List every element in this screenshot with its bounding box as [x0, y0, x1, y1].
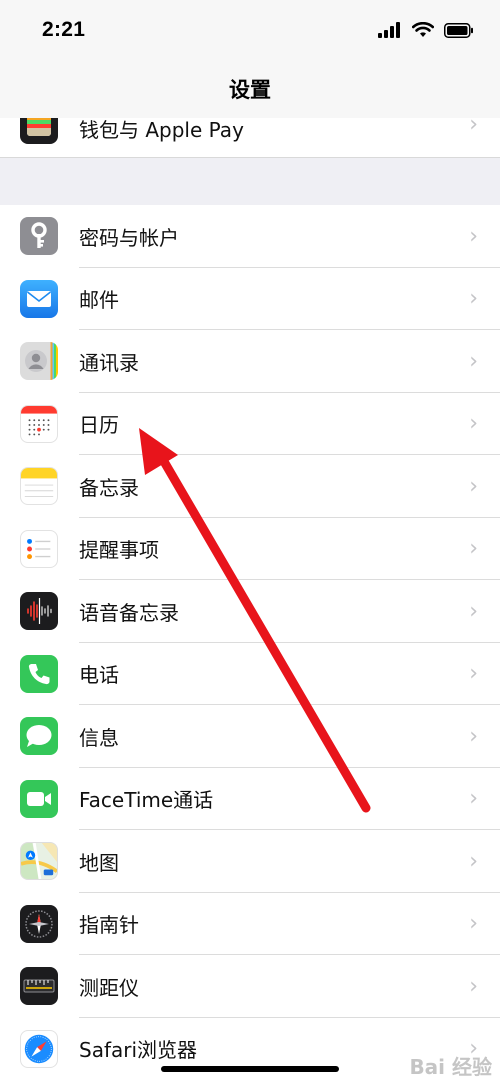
- settings-row-notes[interactable]: 备忘录 ›: [0, 455, 500, 518]
- settings-row-label: 语音备忘录: [79, 600, 179, 625]
- maps-icon: [20, 842, 58, 881]
- chevron-right-icon: ›: [469, 118, 478, 137]
- voice-memos-icon: [20, 592, 58, 631]
- facetime-icon: [20, 779, 58, 818]
- chevron-right-icon: ›: [469, 473, 478, 499]
- wallet-icon: [20, 118, 58, 144]
- settings-row-mail[interactable]: 邮件 ›: [0, 268, 500, 330]
- settings-row-label: 测距仪: [79, 975, 139, 1000]
- nav-bar: 设置: [0, 62, 500, 119]
- messages-icon: [20, 717, 58, 756]
- settings-row-label: Safari浏览器: [79, 1038, 198, 1063]
- contacts-icon: [20, 342, 58, 381]
- settings-row-label: 邮件: [79, 288, 119, 313]
- settings-row-calendar[interactable]: 日历 ›: [0, 393, 500, 455]
- wifi-icon: [412, 22, 434, 37]
- chevron-right-icon: ›: [469, 786, 478, 812]
- compass-icon: [20, 904, 58, 943]
- reminders-icon: [20, 529, 58, 568]
- battery-icon: [444, 22, 473, 38]
- settings-row-label: 提醒事项: [79, 538, 159, 563]
- settings-row-messages[interactable]: 信息 ›: [0, 705, 500, 768]
- settings-row-label: 信息: [79, 725, 119, 750]
- mail-icon: [20, 279, 58, 318]
- status-time: 2:21: [42, 18, 86, 41]
- notes-icon: [20, 467, 58, 506]
- settings-row-compass[interactable]: 指南针 ›: [0, 893, 500, 955]
- settings-row-label: 密码与帐户: [79, 225, 179, 250]
- settings-row-voice-memos[interactable]: 语音备忘录 ›: [0, 580, 500, 643]
- status-icons: [378, 22, 474, 38]
- settings-row-wallet[interactable]: 钱包与 Apple Pay ›: [0, 118, 500, 157]
- chevron-right-icon: ›: [469, 598, 478, 624]
- settings-row-label: 地图: [79, 850, 119, 875]
- safari-icon: [20, 1029, 58, 1068]
- status-bar: 2:21: [0, 0, 500, 62]
- settings-row-reminders[interactable]: 提醒事项 ›: [0, 518, 500, 580]
- chevron-right-icon: ›: [469, 723, 478, 749]
- chevron-right-icon: ›: [469, 286, 478, 312]
- chevron-right-icon: ›: [469, 661, 478, 687]
- chevron-right-icon: ›: [469, 848, 478, 874]
- settings-row-measure[interactable]: 测距仪 ›: [0, 955, 500, 1018]
- settings-row-label: 日历: [79, 413, 119, 438]
- settings-row-passwords[interactable]: 密码与帐户 ›: [0, 205, 500, 268]
- measure-icon: [20, 967, 58, 1006]
- settings-row-facetime[interactable]: FaceTime通话 ›: [0, 768, 500, 830]
- chevron-right-icon: ›: [469, 411, 478, 437]
- wallet-section: 钱包与 Apple Pay ›: [0, 118, 500, 157]
- settings-row-label: 电话: [79, 663, 119, 688]
- chevron-right-icon: ›: [469, 911, 478, 937]
- settings-row-label: 通讯录: [79, 350, 139, 375]
- chevron-right-icon: ›: [469, 223, 478, 249]
- chevron-right-icon: ›: [469, 536, 478, 562]
- settings-list: 密码与帐户 › 邮件 › 通讯录 › 日历 › 备忘录 › 提醒事项 › 语音备…: [0, 205, 500, 1080]
- cellular-signal-icon: [378, 22, 400, 38]
- home-indicator[interactable]: [161, 1066, 339, 1072]
- settings-row-label: 备忘录: [79, 475, 139, 500]
- settings-row-maps[interactable]: 地图 ›: [0, 830, 500, 893]
- chevron-right-icon: ›: [469, 348, 478, 374]
- phone-icon: [20, 654, 58, 693]
- settings-row-label: 指南针: [79, 913, 139, 938]
- settings-row-label: FaceTime通话: [79, 788, 214, 813]
- page-title: 设置: [229, 78, 271, 102]
- settings-row-label: 钱包与 Apple Pay: [79, 118, 244, 142]
- key-icon: [20, 217, 58, 256]
- watermark: Bai 经验: [409, 1055, 492, 1079]
- settings-row-contacts[interactable]: 通讯录 ›: [0, 330, 500, 393]
- settings-row-phone[interactable]: 电话 ›: [0, 643, 500, 705]
- section-separator: [0, 157, 500, 206]
- chevron-right-icon: ›: [469, 973, 478, 999]
- calendar-icon: [20, 404, 58, 443]
